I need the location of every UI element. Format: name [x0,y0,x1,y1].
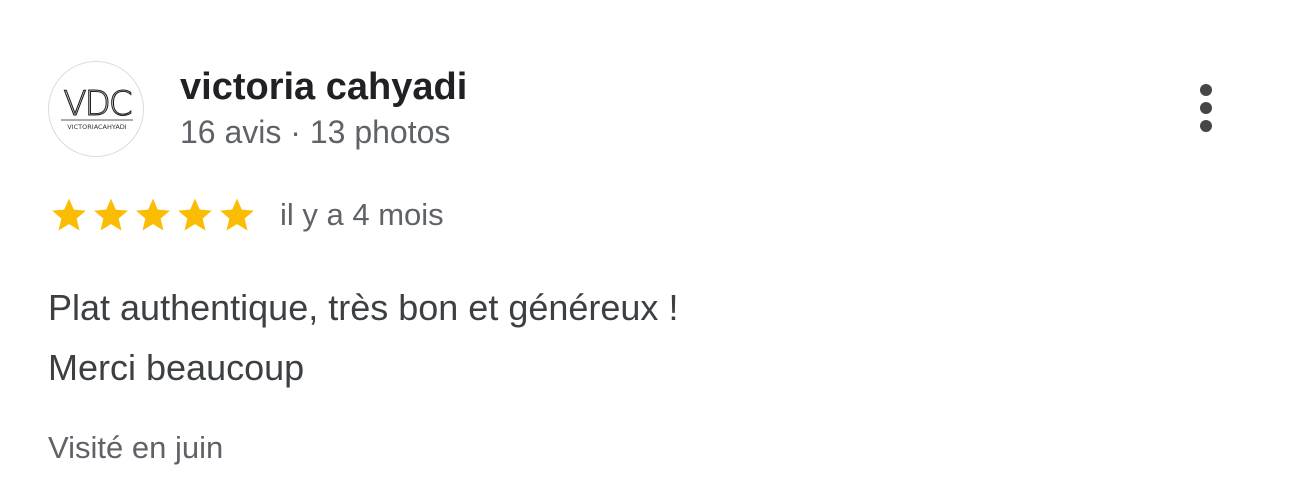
avatar-monogram: VDC [63,84,130,124]
star-icon [220,198,254,231]
review-text-line: Merci beaucoup [48,347,305,388]
review-card: VDC VICTORIACAHYADI victoria cahyadi 16 … [0,0,1290,494]
avatar-logo: VDC VICTORIACAHYADI [61,83,133,131]
star-icon [94,198,128,231]
reviewer-meta: 16 avis · 13 photos [180,114,451,150]
star-icon [136,198,170,231]
review-date: il y a 4 mois [280,197,444,232]
star-rating [48,195,258,235]
reviewer-name[interactable]: victoria cahyadi [180,64,467,110]
more-options-button[interactable] [1186,78,1226,138]
visit-info: Visité en juin [48,430,224,465]
avatar[interactable]: VDC VICTORIACAHYADI [48,61,144,157]
rating-row: il y a 4 mois [48,193,444,237]
avatar-caption: VICTORIACAHYADI [67,123,127,131]
review-text: Plat authentique, très bon et généreux !… [48,278,678,398]
star-icon [178,198,212,231]
star-icon [52,198,86,231]
review-text-line: Plat authentique, très bon et généreux ! [48,287,679,328]
